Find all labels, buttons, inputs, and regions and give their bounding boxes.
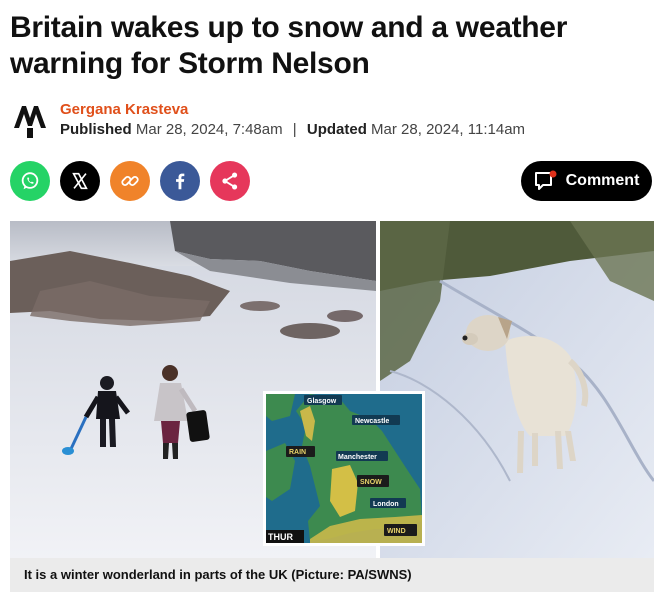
image-caption-bar: It is a winter wonderland in parts of th…: [10, 558, 654, 592]
map-label-thur: THUR: [268, 532, 293, 542]
published-label: Published: [60, 121, 132, 138]
copy-link-button[interactable]: [110, 161, 150, 201]
share-icon: [222, 172, 238, 190]
map-label-wind: WIND: [387, 528, 406, 535]
map-label-manchester: Manchester: [338, 454, 377, 461]
date-separator: |: [292, 121, 297, 138]
map-label-newcastle: Newcastle: [355, 418, 389, 425]
article-headline: Britain wakes up to snow and a weather w…: [10, 11, 568, 80]
comment-icon: [534, 170, 557, 190]
map-label-rain: RAIN: [289, 449, 306, 456]
metro-logo-icon: [11, 101, 49, 139]
snow-scene-image: Glasgow Newcastle RAIN Manchester SNOW L…: [10, 221, 654, 558]
author-link[interactable]: Gergana Krasteva: [60, 100, 525, 120]
weather-map-inset: [263, 391, 425, 546]
facebook-icon: [176, 173, 185, 190]
x-share-button[interactable]: [60, 161, 100, 201]
image-caption: It is a winter wonderland in parts of th…: [24, 567, 412, 582]
more-share-button[interactable]: [210, 161, 250, 201]
article-dates: Published Mar 28, 2024, 7:48am | Updated…: [60, 120, 525, 140]
whatsapp-share-button[interactable]: [10, 161, 50, 201]
updated-date: Mar 28, 2024, 11:14am: [371, 121, 526, 138]
published-date: Mar 28, 2024, 7:48am: [135, 121, 283, 138]
updated-label: Updated: [306, 121, 367, 138]
share-bar: [10, 161, 250, 201]
comment-button[interactable]: Comment: [521, 161, 652, 201]
x-icon: [72, 172, 88, 190]
facebook-share-button[interactable]: [160, 161, 200, 201]
map-label-glasgow: Glasgow: [307, 398, 337, 405]
article-image: Glasgow Newcastle RAIN Manchester SNOW L…: [10, 221, 654, 558]
map-label-london: London: [373, 501, 399, 508]
byline: Gergana Krasteva Published Mar 28, 2024,…: [10, 97, 525, 143]
link-icon: [121, 176, 139, 186]
map-label-snow: SNOW: [360, 479, 382, 486]
whatsapp-icon: [21, 172, 39, 190]
comment-label: Comment: [565, 172, 640, 189]
